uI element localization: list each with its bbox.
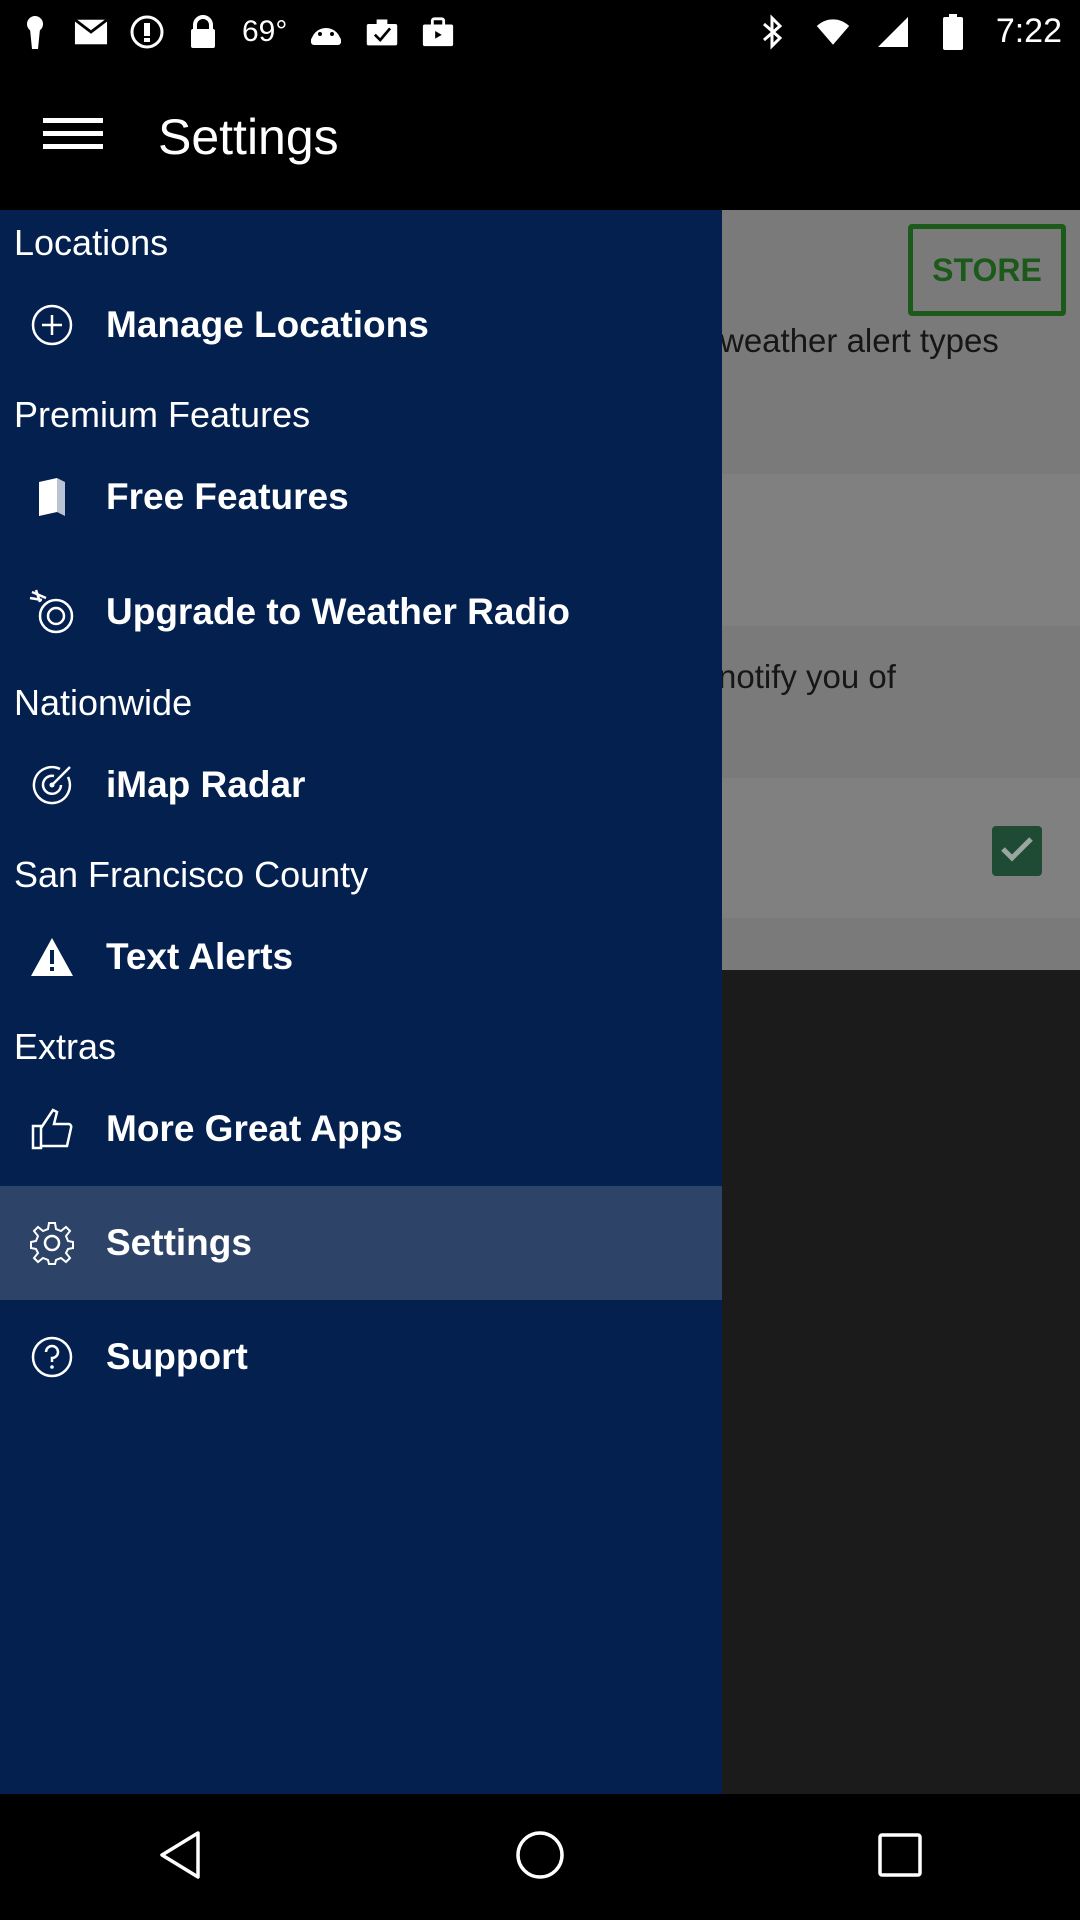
- wifi-icon: [816, 15, 850, 49]
- clipboard-check-icon: [365, 15, 399, 49]
- drawer-item-upgrade-weather-radio[interactable]: Upgrade to Weather Radio: [0, 555, 722, 669]
- back-button[interactable]: [120, 1797, 240, 1917]
- checkmark-icon: [999, 834, 1035, 869]
- row-description-fragment: notify you of: [718, 658, 896, 695]
- back-triangle-icon: [158, 1830, 202, 1885]
- status-bar: 69° 7:22: [0, 0, 1080, 63]
- home-circle-icon: [515, 1830, 565, 1885]
- section-header-nationwide: Nationwide: [14, 682, 193, 723]
- drawer-item-label: Settings: [106, 1222, 252, 1263]
- hamburger-menu-icon: [43, 116, 103, 157]
- keyhole-notification-icon: [18, 15, 52, 49]
- drawer-item-label: Manage Locations: [106, 304, 429, 345]
- drawer-item-manage-locations[interactable]: Manage Locations: [0, 268, 722, 382]
- drawer-item-support[interactable]: Support: [0, 1300, 722, 1414]
- help-circle-icon: [28, 1333, 76, 1381]
- add-circle-icon: [28, 301, 76, 349]
- gear-icon: [28, 1219, 76, 1267]
- recents-button[interactable]: [840, 1797, 960, 1917]
- drawer-item-label: Upgrade to Weather Radio: [106, 591, 570, 632]
- section-header-premium: Premium Features: [14, 394, 311, 435]
- row-description-fragment: weather alert types: [720, 322, 999, 359]
- drawer-item-more-great-apps[interactable]: More Great Apps: [0, 1072, 722, 1186]
- recents-square-icon: [877, 1832, 923, 1883]
- navigation-drawer: Locations Manage Locations Premium Featu…: [0, 210, 722, 1794]
- signal-icon: [876, 15, 910, 49]
- shopping-bag-icon: [421, 15, 455, 49]
- drawer-item-settings[interactable]: Settings: [0, 1186, 722, 1300]
- warning-icon: [28, 933, 76, 981]
- drawer-item-label: iMap Radar: [106, 764, 306, 805]
- home-button[interactable]: [480, 1797, 600, 1917]
- lock-icon: [186, 14, 220, 49]
- system-navigation-bar: [0, 1794, 1080, 1920]
- temperature-text: 69°: [242, 14, 288, 48]
- store-button: STORE: [908, 224, 1066, 316]
- alert-circle-icon: [130, 15, 164, 49]
- section-header-county: San Francisco County: [14, 854, 369, 895]
- radar-icon: [28, 761, 76, 809]
- page-title: Settings: [158, 108, 339, 165]
- drawer-item-label: Text Alerts: [106, 936, 294, 977]
- clock-text: 7:22: [995, 12, 1062, 50]
- drawer-item-label: Support: [106, 1336, 248, 1377]
- thumbs-up-icon: [28, 1105, 76, 1153]
- book-icon: [28, 473, 76, 521]
- drawer-item-text-alerts[interactable]: Text Alerts: [0, 900, 722, 1014]
- menu-button[interactable]: [0, 63, 146, 210]
- radio-waves-icon: [28, 588, 76, 636]
- drawer-item-label: Free Features: [106, 476, 349, 517]
- drawer-item-label: More Great Apps: [106, 1108, 403, 1149]
- bluetooth-icon: [756, 13, 790, 50]
- section-header-extras: Extras: [14, 1026, 117, 1067]
- drawer-item-free-features[interactable]: Free Features: [0, 440, 722, 554]
- drawer-item-imap-radar[interactable]: iMap Radar: [0, 728, 722, 842]
- checkbox-checked: [992, 826, 1042, 876]
- mail-icon: [74, 15, 108, 49]
- android-icon: [309, 15, 343, 49]
- app-bar: Settings: [0, 63, 1080, 210]
- battery-icon: [936, 13, 970, 50]
- section-header-locations: Locations: [14, 222, 169, 263]
